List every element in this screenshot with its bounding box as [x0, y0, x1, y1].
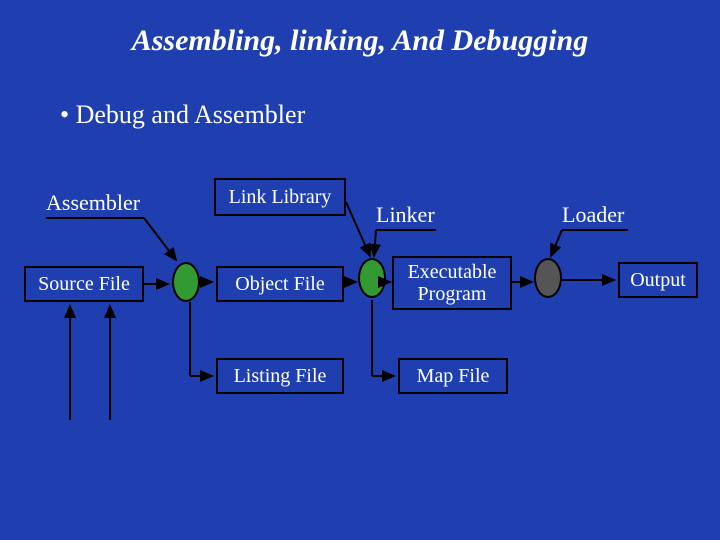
box-output: Output [618, 262, 698, 298]
box-executable-program: Executable Program [392, 256, 512, 310]
box-object-file: Object File [216, 266, 344, 302]
oval-assembler [172, 262, 200, 302]
box-map-file: Map File [398, 358, 508, 394]
oval-loader [534, 258, 562, 298]
label-loader: Loader [562, 202, 624, 228]
box-source-file: Source File [24, 266, 144, 302]
label-linker: Linker [376, 202, 435, 228]
box-listing-file: Listing File [216, 358, 344, 394]
slide-title: Assembling, linking, And Debugging [0, 24, 720, 58]
box-link-library: Link Library [214, 178, 346, 216]
label-assembler: Assembler [46, 190, 140, 216]
oval-linker [358, 258, 386, 298]
bullet-debug-assembler: • Debug and Assembler [60, 100, 305, 130]
